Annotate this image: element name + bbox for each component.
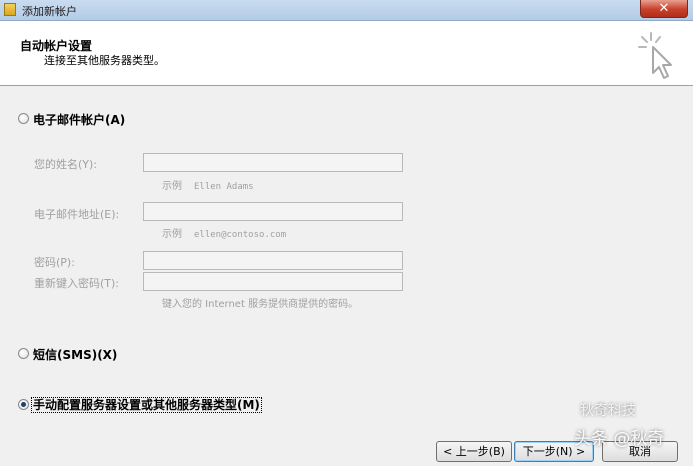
sms-radio[interactable] [18, 348, 29, 359]
back-button[interactable]: < 上一步(B) [436, 441, 512, 462]
manual-config-radio[interactable] [18, 399, 29, 410]
email-example-prefix: 示例 [162, 229, 182, 240]
name-example-prefix: 示例 [162, 181, 182, 192]
password-label: 密码(P): [34, 256, 75, 269]
retype-password-label: 重新键入密码(T): [34, 277, 120, 290]
title-bar: 添加新帐户 ✕ [0, 0, 693, 21]
close-button[interactable]: ✕ [640, 0, 688, 18]
email-example: 示例 ellen@contoso.com [162, 225, 286, 240]
retype-password-field[interactable] [143, 272, 403, 291]
sms-label[interactable]: 短信(SMS)(X) [33, 346, 117, 363]
manual-config-label-text: 手动配置服务器设置或其他服务器类型(M) [31, 397, 262, 413]
manual-config-label[interactable]: 手动配置服务器设置或其他服务器类型(M) [31, 396, 262, 413]
name-input[interactable] [143, 153, 403, 172]
email-label: 电子邮件地址(E): [34, 208, 120, 221]
wizard-header: 自动帐户设置 连接至其他服务器类型。 [0, 21, 693, 86]
email-field[interactable] [143, 202, 403, 221]
envelope-icon [4, 3, 16, 16]
email-account-radio[interactable] [18, 113, 29, 124]
name-example-value: Ellen Adams [194, 182, 254, 192]
cursor-sparkle-icon [638, 32, 672, 79]
email-example-value: ellen@contoso.com [194, 230, 287, 240]
watermark-sub: 秋奇科技 [580, 403, 636, 419]
password-hint: 键入您的 Internet 服务提供商提供的密码。 [162, 299, 359, 310]
window-title: 添加新帐户 [22, 5, 77, 18]
password-field[interactable] [143, 251, 403, 270]
page-subtitle: 连接至其他服务器类型。 [44, 54, 165, 67]
watermark: 头条 @秋奇 [574, 429, 665, 449]
email-account-label[interactable]: 电子邮件帐户(A) [33, 111, 125, 128]
name-example: 示例 Ellen Adams [162, 177, 254, 192]
name-label: 您的姓名(Y): [34, 158, 98, 171]
